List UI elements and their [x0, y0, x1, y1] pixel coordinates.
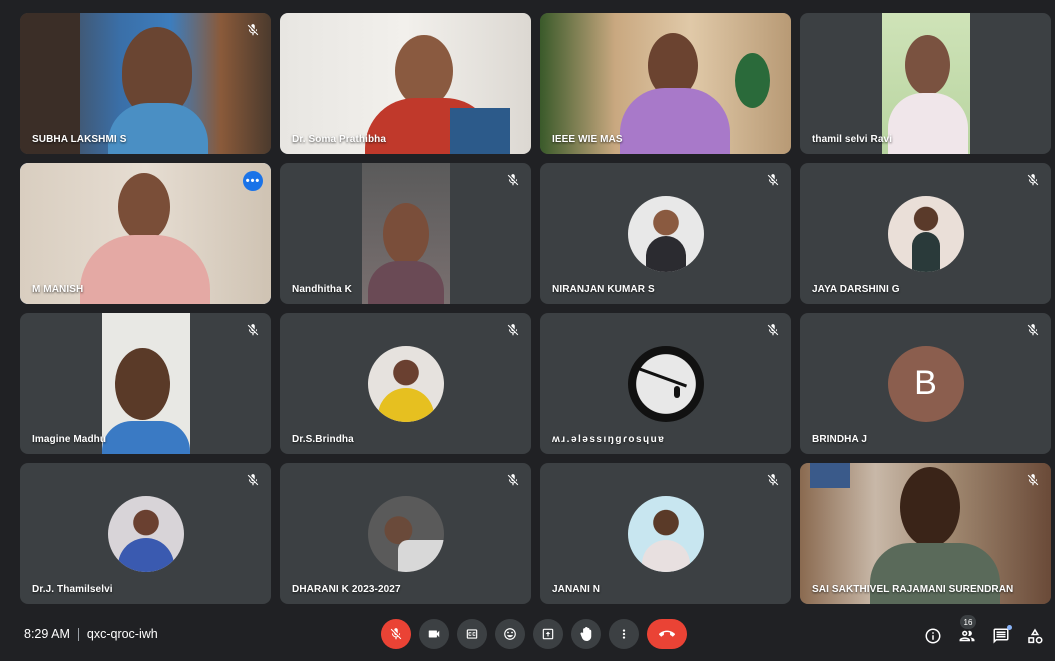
participant-tile[interactable]: ʍɹ.ǝlǝssıŋɡɾosɥuɐ	[540, 313, 791, 454]
participant-video	[540, 13, 791, 154]
call-controls	[381, 619, 687, 649]
avatar: B	[887, 345, 964, 422]
emoji-icon	[504, 628, 516, 640]
participant-tile[interactable]: DHARANI K 2023-2027	[280, 463, 531, 604]
participant-video	[280, 13, 531, 154]
participant-tile[interactable]: SUBHA LAKSHMI S	[20, 13, 271, 154]
end-call-button[interactable]	[647, 619, 687, 649]
camera-toggle-button[interactable]	[419, 619, 449, 649]
present-icon	[542, 628, 554, 640]
participant-video	[20, 13, 271, 154]
participant-name: Imagine Madhu	[32, 434, 107, 445]
meeting-time: 8:29 AM	[24, 627, 70, 641]
participant-tile[interactable]: Nandhitha K	[280, 163, 531, 304]
mic-off-icon	[767, 174, 779, 186]
captions-icon	[466, 629, 478, 639]
participant-name: M MANISH	[32, 284, 84, 295]
participant-tile[interactable]: JANANI N	[540, 463, 791, 604]
participant-video	[800, 13, 1051, 154]
more-options-icon[interactable]: •••	[243, 171, 263, 191]
avatar	[627, 495, 704, 572]
participant-name: NIRANJAN KUMAR S	[552, 284, 655, 295]
participant-name: IEEE WIE MAS	[552, 134, 623, 145]
mic-off-icon	[767, 324, 779, 336]
chat-button[interactable]	[990, 625, 1012, 647]
raise-hand-icon	[580, 627, 592, 641]
participant-tile[interactable]: Dr.J. Thamilselvi	[20, 463, 271, 604]
mic-off-icon	[507, 474, 519, 486]
present-button[interactable]	[533, 619, 563, 649]
mic-off-icon	[247, 24, 259, 36]
participant-tile[interactable]: JAYA DARSHINI G	[800, 163, 1051, 304]
participant-name: JANANI N	[552, 584, 601, 595]
reactions-button[interactable]	[495, 619, 525, 649]
participant-name: thamil selvi Ravi	[812, 134, 893, 145]
meeting-code: qxc-qroc-iwh	[86, 627, 158, 641]
mic-off-icon	[247, 324, 259, 336]
people-count-badge: 16	[960, 615, 976, 629]
participant-tile[interactable]: Imagine Madhu	[20, 313, 271, 454]
avatar	[627, 345, 704, 422]
participant-name: DHARANI K 2023-2027	[292, 584, 401, 595]
mic-off-icon	[1027, 174, 1039, 186]
info-button[interactable]	[922, 625, 944, 647]
participant-tile[interactable]: ••• M MANISH	[20, 163, 271, 304]
notification-dot	[1007, 625, 1012, 630]
end-call-icon	[659, 630, 675, 637]
participant-tile[interactable]: SAI SAKTHIVEL RAJAMANI SURENDRAN	[800, 463, 1051, 604]
avatar	[367, 345, 444, 422]
participant-tile[interactable]: IEEE WIE MAS	[540, 13, 791, 154]
avatar	[107, 495, 184, 572]
participant-name: ʍɹ.ǝlǝssıŋɡɾosɥuɐ	[552, 434, 666, 445]
captions-button[interactable]	[457, 619, 487, 649]
participant-name: Dr.S.Brindha	[292, 434, 354, 445]
participant-name: BRINDHA J	[812, 434, 867, 445]
participant-tile[interactable]: Dr.S.Brindha	[280, 313, 531, 454]
more-options-icon	[622, 629, 626, 639]
participant-video	[20, 313, 271, 454]
participant-name: Dr. Soma Prathibha	[292, 134, 387, 145]
side-controls: 16	[922, 615, 1046, 647]
participant-tile[interactable]: thamil selvi Ravi	[800, 13, 1051, 154]
avatar	[367, 495, 444, 572]
participant-tile[interactable]: B BRINDHA J	[800, 313, 1051, 454]
info-icon	[925, 628, 941, 644]
avatar	[627, 195, 704, 272]
participant-video	[280, 163, 531, 304]
divider	[77, 628, 79, 642]
avatar	[887, 195, 964, 272]
activities-icon	[1028, 628, 1043, 644]
participant-video	[20, 163, 271, 304]
mic-off-icon	[507, 324, 519, 336]
camera-icon	[428, 630, 440, 638]
people-icon	[959, 630, 975, 642]
participant-name: SUBHA LAKSHMI S	[32, 134, 127, 145]
participant-name: SAI SAKTHIVEL RAJAMANI SURENDRAN	[812, 584, 1014, 595]
participant-tile[interactable]: NIRANJAN KUMAR S	[540, 163, 791, 304]
mic-off-icon	[767, 474, 779, 486]
activities-button[interactable]	[1024, 625, 1046, 647]
mic-toggle-button[interactable]	[381, 619, 411, 649]
mic-off-icon	[247, 474, 259, 486]
participant-grid: SUBHA LAKSHMI S Dr. Soma Prathibha IEEE …	[20, 13, 1051, 605]
participant-tile[interactable]: Dr. Soma Prathibha	[280, 13, 531, 154]
mic-off-icon	[390, 628, 402, 640]
participant-name: Dr.J. Thamilselvi	[32, 584, 113, 595]
participant-name: JAYA DARSHINI G	[812, 284, 900, 295]
mic-off-icon	[1027, 324, 1039, 336]
mic-off-icon	[1027, 474, 1039, 486]
bottom-toolbar: 8:29 AM qxc-qroc-iwh 16	[0, 611, 1055, 661]
more-options-button[interactable]	[609, 619, 639, 649]
people-button[interactable]: 16	[956, 615, 978, 647]
raise-hand-button[interactable]	[571, 619, 601, 649]
participant-video	[800, 463, 1051, 604]
meeting-info: 8:29 AM qxc-qroc-iwh	[24, 627, 158, 642]
mic-off-icon	[507, 174, 519, 186]
participant-name: Nandhitha K	[292, 284, 352, 295]
